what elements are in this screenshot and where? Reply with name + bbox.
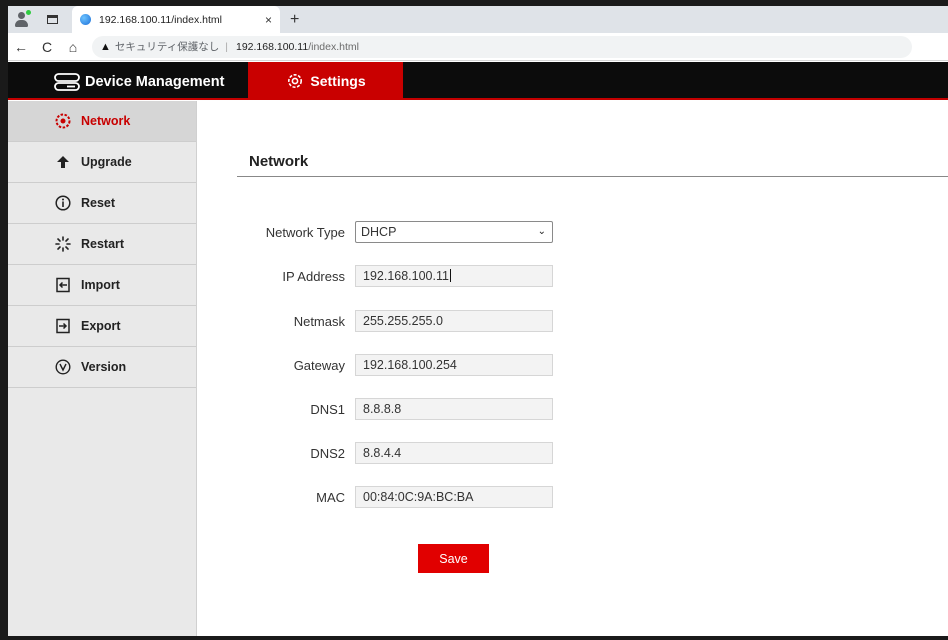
ip-address-row: IP Address 192.168.100.11 [197, 265, 797, 287]
tab-close-icon[interactable]: × [265, 13, 272, 27]
tab-settings[interactable]: Settings [248, 62, 403, 100]
sidebar-item-label: Export [81, 319, 121, 333]
export-icon [53, 318, 73, 334]
info-icon [53, 195, 73, 211]
browser-tab[interactable]: 192.168.100.11/index.html × [72, 6, 280, 33]
title-divider [237, 176, 948, 177]
sidebar-item-network[interactable]: Network [8, 101, 196, 142]
sidebar-item-restart[interactable]: Restart [8, 224, 196, 265]
settings-label: Settings [310, 73, 366, 89]
mac-label: MAC [316, 490, 345, 505]
network-type-label: Network Type [265, 225, 345, 240]
gear-icon [288, 74, 303, 88]
dns1-row: DNS1 8.8.8.8 [197, 398, 797, 420]
sidebar-item-reset[interactable]: Reset [8, 183, 196, 224]
save-button[interactable]: Save [418, 544, 489, 573]
dns2-label: DNS2 [310, 446, 345, 461]
dns1-label: DNS1 [310, 402, 345, 417]
browser-toolbar: ← C ⌂ ▲ セキュリティ保護なし | 192.168.100.11/inde… [8, 33, 948, 61]
version-icon [53, 359, 73, 375]
address-bar[interactable]: ▲ セキュリティ保護なし | 192.168.100.11/index.html [92, 35, 912, 58]
text-caret [449, 269, 451, 282]
sidebar-item-label: Network [81, 114, 131, 128]
import-icon [53, 277, 73, 293]
dns2-field[interactable]: 8.8.4.4 [355, 442, 553, 464]
browser-tab-strip: 192.168.100.11/index.html × + [8, 6, 948, 33]
page-title: Network [249, 153, 309, 170]
url-path: /index.html [308, 40, 359, 53]
tab-actions-icon[interactable] [47, 15, 58, 24]
upgrade-icon [53, 154, 73, 170]
dns1-field[interactable]: 8.8.8.8 [355, 398, 553, 420]
network-type-row: Network Type DHCP ⌄ [197, 221, 797, 243]
sidebar-item-upgrade[interactable]: Upgrade [8, 142, 196, 183]
sidebar-item-label: Restart [81, 237, 125, 251]
sidebar-item-label: Reset [81, 196, 116, 210]
insecure-label[interactable]: セキュリティ保護なし [115, 39, 219, 54]
warning-icon[interactable]: ▲ [100, 41, 111, 53]
netmask-label: Netmask [293, 314, 345, 329]
sidebar-item-version[interactable]: Version [8, 347, 196, 388]
tab-title: 192.168.100.11/index.html [99, 13, 222, 26]
sidebar-item-label: Import [81, 278, 120, 292]
sidebar-item-label: Version [81, 360, 127, 374]
mac-row: MAC 00:84:0C:9A:BC:BA [197, 486, 797, 508]
home-icon[interactable]: ⌂ [60, 39, 86, 55]
sidebar-item-label: Upgrade [81, 155, 132, 169]
brand-title: Device Management [85, 74, 225, 90]
profile-icon[interactable] [13, 9, 37, 30]
ip-address-label: IP Address [282, 269, 345, 284]
url-host: 192.168.100.11 [236, 40, 309, 53]
ip-address-field[interactable]: 192.168.100.11 [355, 265, 553, 287]
network-type-select[interactable]: DHCP ⌄ [355, 221, 553, 243]
network-type-value: DHCP [361, 225, 397, 239]
back-icon[interactable]: ← [8, 39, 34, 55]
favicon-icon [80, 14, 91, 25]
server-icon [54, 73, 80, 91]
sidebar-item-export[interactable]: Export [8, 306, 196, 347]
dns2-row: DNS2 8.8.4.4 [197, 442, 797, 464]
gateway-field[interactable]: 192.168.100.254 [355, 354, 553, 376]
reload-icon[interactable]: C [34, 39, 60, 55]
netmask-row: Netmask 255.255.255.0 [197, 310, 797, 332]
mac-field[interactable]: 00:84:0C:9A:BC:BA [355, 486, 553, 508]
brand[interactable]: Device Management [53, 72, 224, 92]
address-separator: | [225, 40, 228, 53]
ip-address-value: 192.168.100.11 [363, 269, 449, 283]
gateway-row: Gateway 192.168.100.254 [197, 354, 797, 376]
netmask-field[interactable]: 255.255.255.0 [355, 310, 553, 332]
app-header: Device Management Settings [8, 62, 948, 100]
network-icon [53, 113, 73, 129]
main-content: Network Network Type DHCP ⌄ IP Address 1… [197, 101, 948, 636]
sidebar-item-import[interactable]: Import [8, 265, 196, 306]
chevron-down-icon: ⌄ [537, 226, 546, 237]
new-tab-icon[interactable]: + [290, 11, 299, 29]
gateway-label: Gateway [293, 358, 345, 373]
spinner-icon [53, 236, 73, 252]
sidebar: Network Upgrade Reset Restart Import Exp… [8, 101, 197, 636]
